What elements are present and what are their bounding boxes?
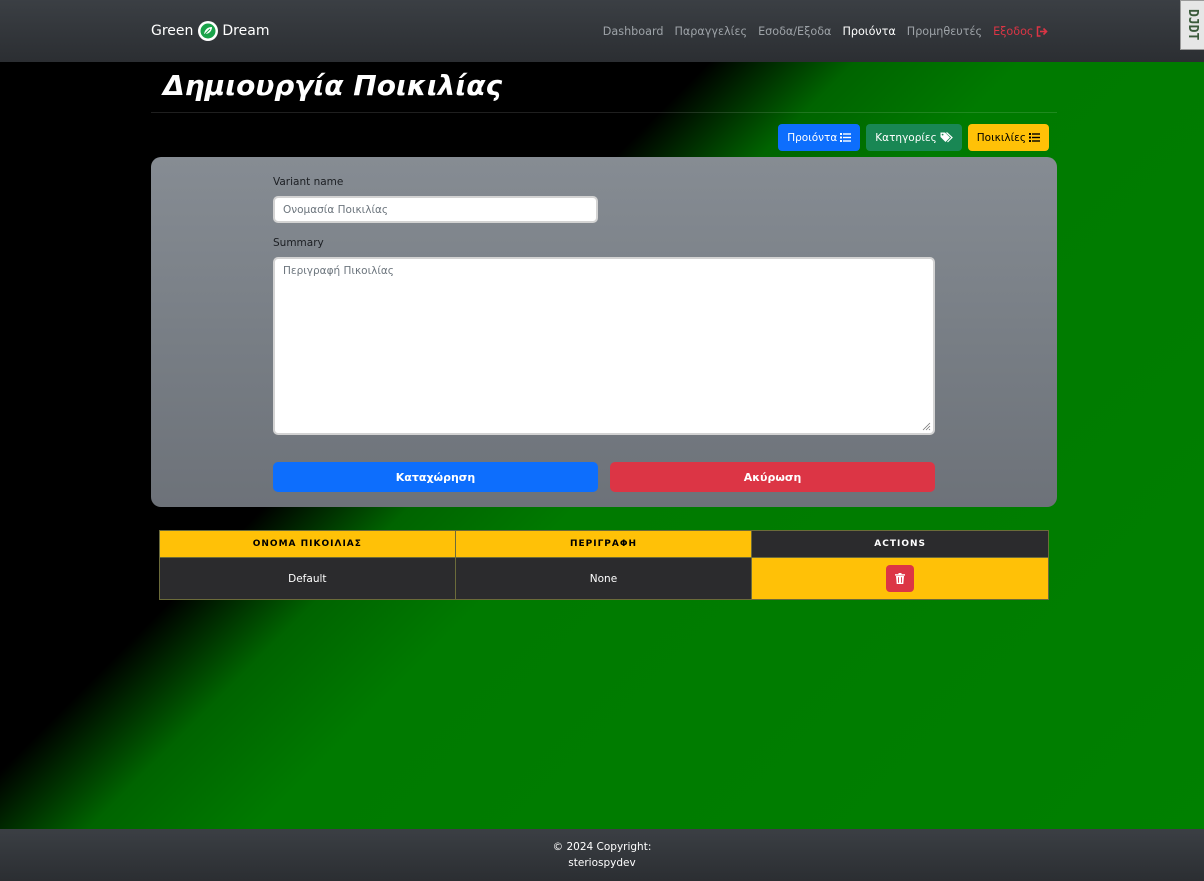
- variants-table: ΟΝΟΜΑ ΠΙΚΟΙΛΙΑΣ ΠΕΡΙΓΡΑΦΗ ACTIONS Defaul…: [159, 530, 1049, 600]
- submit-button[interactable]: Καταχώρηση: [273, 462, 598, 492]
- variants-button-label: Ποικιλίες: [976, 131, 1026, 144]
- nav-suppliers[interactable]: Προμηθευτές: [901, 25, 987, 38]
- brand-right-word: Dream: [222, 23, 270, 39]
- summary-placeholder: Περιγραφή Πικοιλίας: [283, 265, 394, 277]
- column-header-actions: ACTIONS: [751, 530, 1049, 558]
- cell-variant-description: None: [454, 557, 753, 600]
- table-header-row: ΟΝΟΜΑ ΠΙΚΟΙΛΙΑΣ ΠΕΡΙΓΡΑΦΗ ACTIONS: [159, 530, 1049, 558]
- variant-name-input[interactable]: Ονομασία Ποικιλίας: [273, 196, 598, 223]
- action-buttons: Προιόντα Κατηγορίες Ποικιλίες: [778, 124, 1049, 151]
- trash-icon: [895, 573, 906, 584]
- products-button-label: Προιόντα: [787, 131, 838, 144]
- footer: © 2024 Copyright: steriospydev: [0, 829, 1204, 881]
- variant-name-label: Variant name: [273, 176, 344, 188]
- debug-toolbar-label: DJDT: [1185, 9, 1200, 41]
- leaf-icon: [198, 21, 219, 41]
- footer-author[interactable]: steriospydev: [568, 855, 635, 871]
- table-row: Default None: [159, 557, 1049, 600]
- variant-form: Variant name Ονομασία Ποικιλίας Summary …: [151, 157, 1057, 507]
- nav-links: Dashboard Παραγγελίες Εσοδα/Εξοδα Προιόν…: [597, 22, 1053, 40]
- variant-name-placeholder: Ονομασία Ποικιλίας: [283, 203, 389, 216]
- column-header-description: ΠΕΡΙΓΡΑΦΗ: [454, 530, 753, 558]
- list-icon: [1029, 133, 1040, 142]
- column-header-name: ΟΝΟΜΑ ΠΙΚΟΙΛΙΑΣ: [159, 530, 456, 558]
- nav-orders[interactable]: Παραγγελίες: [669, 25, 753, 38]
- nav-dashboard[interactable]: Dashboard: [597, 25, 669, 38]
- debug-toolbar-handle[interactable]: DJDT: [1180, 0, 1204, 50]
- nav-logout[interactable]: Εξοδος: [988, 25, 1053, 38]
- title-divider: [151, 112, 1057, 113]
- delete-button[interactable]: [886, 565, 915, 592]
- brand-left-word: Green: [151, 23, 194, 39]
- summary-label: Summary: [273, 237, 324, 249]
- list-icon: [840, 133, 852, 142]
- nav-products[interactable]: Προιόντα: [837, 25, 901, 38]
- cancel-button[interactable]: Ακύρωση: [610, 462, 935, 492]
- nav-logout-label: Εξοδος: [993, 24, 1034, 38]
- navbar: Green Dream Dashboard Παραγγελίες Εσοδα/…: [0, 0, 1204, 62]
- summary-textarea[interactable]: Περιγραφή Πικοιλίας: [273, 257, 935, 435]
- categories-button[interactable]: Κατηγορίες: [866, 124, 962, 151]
- brand[interactable]: Green Dream: [151, 19, 269, 43]
- nav-income-expenses[interactable]: Εσοδα/Εξοδα: [753, 25, 837, 38]
- cell-actions: [751, 557, 1049, 600]
- categories-button-label: Κατηγορίες: [875, 131, 937, 144]
- cell-variant-name: Default: [159, 557, 456, 600]
- resize-handle-icon[interactable]: [922, 422, 931, 431]
- sign-out-icon: [1036, 25, 1048, 37]
- footer-copyright: © 2024 Copyright:: [552, 841, 652, 853]
- products-button[interactable]: Προιόντα: [778, 124, 861, 151]
- page-title: Δημιουργία Ποικιλίας: [163, 69, 503, 102]
- tags-icon: [940, 132, 953, 143]
- variants-button[interactable]: Ποικιλίες: [967, 124, 1049, 151]
